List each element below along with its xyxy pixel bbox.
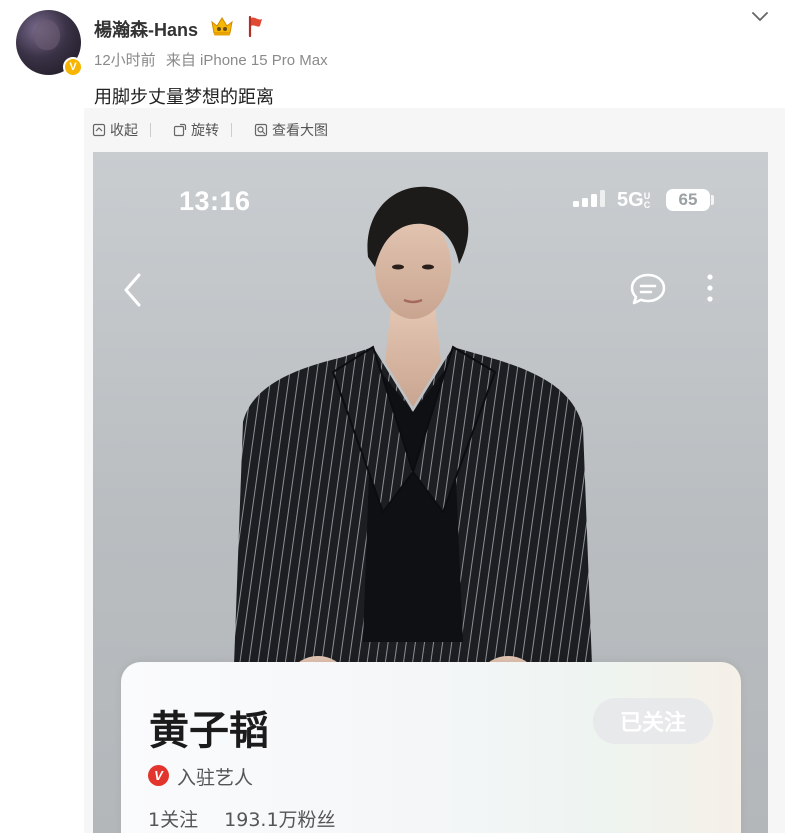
back-arrow-icon[interactable] [121,272,145,308]
network-suffix: UC [643,190,651,210]
author-avatar[interactable]: V [16,10,83,77]
profile-name: 黄子韬 [149,708,269,754]
post-header: V 楊瀚森-Hans 12小时前 来自 iPhone 15 Pro Max 用脚… [0,0,785,110]
rotate-button[interactable]: 旋转 [173,120,219,140]
toolbar-divider [150,123,151,137]
flag-icon [248,15,262,37]
rotate-label: 旋转 [191,123,219,139]
zoom-icon [254,123,268,137]
verified-v-badge: V [148,765,169,786]
toolbar-divider [231,123,232,137]
crown-icon [211,17,233,36]
verified-badge: V [63,57,83,77]
rotate-icon [173,123,187,137]
author-name[interactable]: 楊瀚森-Hans [94,16,198,42]
network-label: 5GUC [617,189,652,212]
post-image[interactable]: 13:16 5GUC 65 黄子韬 已关注 V 入驻艺人 1关注 193.1万粉… [93,152,768,833]
followers-count[interactable]: 193.1万粉丝 [224,809,335,831]
view-large-button[interactable]: 查看大图 [254,120,328,140]
collapse-icon [92,123,106,137]
profile-card: 黄子韬 已关注 V 入驻艺人 1关注 193.1万粉丝 [121,662,741,833]
chat-icon[interactable] [629,271,667,307]
verification-type: 入驻艺人 [177,767,254,789]
network-type: 5G [617,189,644,211]
image-toolbar: 收起 旋转 查看大图 [84,108,350,152]
profile-stats: 1关注 193.1万粉丝 [148,805,336,832]
following-count[interactable]: 1关注 [148,809,198,831]
status-bar-time: 13:16 [179,186,251,216]
chevron-down-icon[interactable] [751,9,769,23]
portrait-figure [233,186,593,692]
media-panel: 收起 旋转 查看大图 13:16 5GUC 65 黄子韬 已关注 V 入驻艺人 … [84,108,785,833]
more-options-icon[interactable] [703,272,717,308]
post-text: 用脚步丈量梦想的距离 [94,87,274,108]
post-source[interactable]: 来自 iPhone 15 Pro Max [166,52,328,69]
collapse-button[interactable]: 收起 [92,120,138,140]
followed-button[interactable]: 已关注 [593,698,713,744]
view-large-label: 查看大图 [272,123,328,139]
battery-tip [711,195,714,205]
post-time: 12小时前 [94,52,156,69]
collapse-label: 收起 [110,123,138,139]
battery-indicator: 65 [666,189,710,211]
signal-icon [573,190,605,207]
post-meta: 12小时前 来自 iPhone 15 Pro Max [94,49,328,70]
